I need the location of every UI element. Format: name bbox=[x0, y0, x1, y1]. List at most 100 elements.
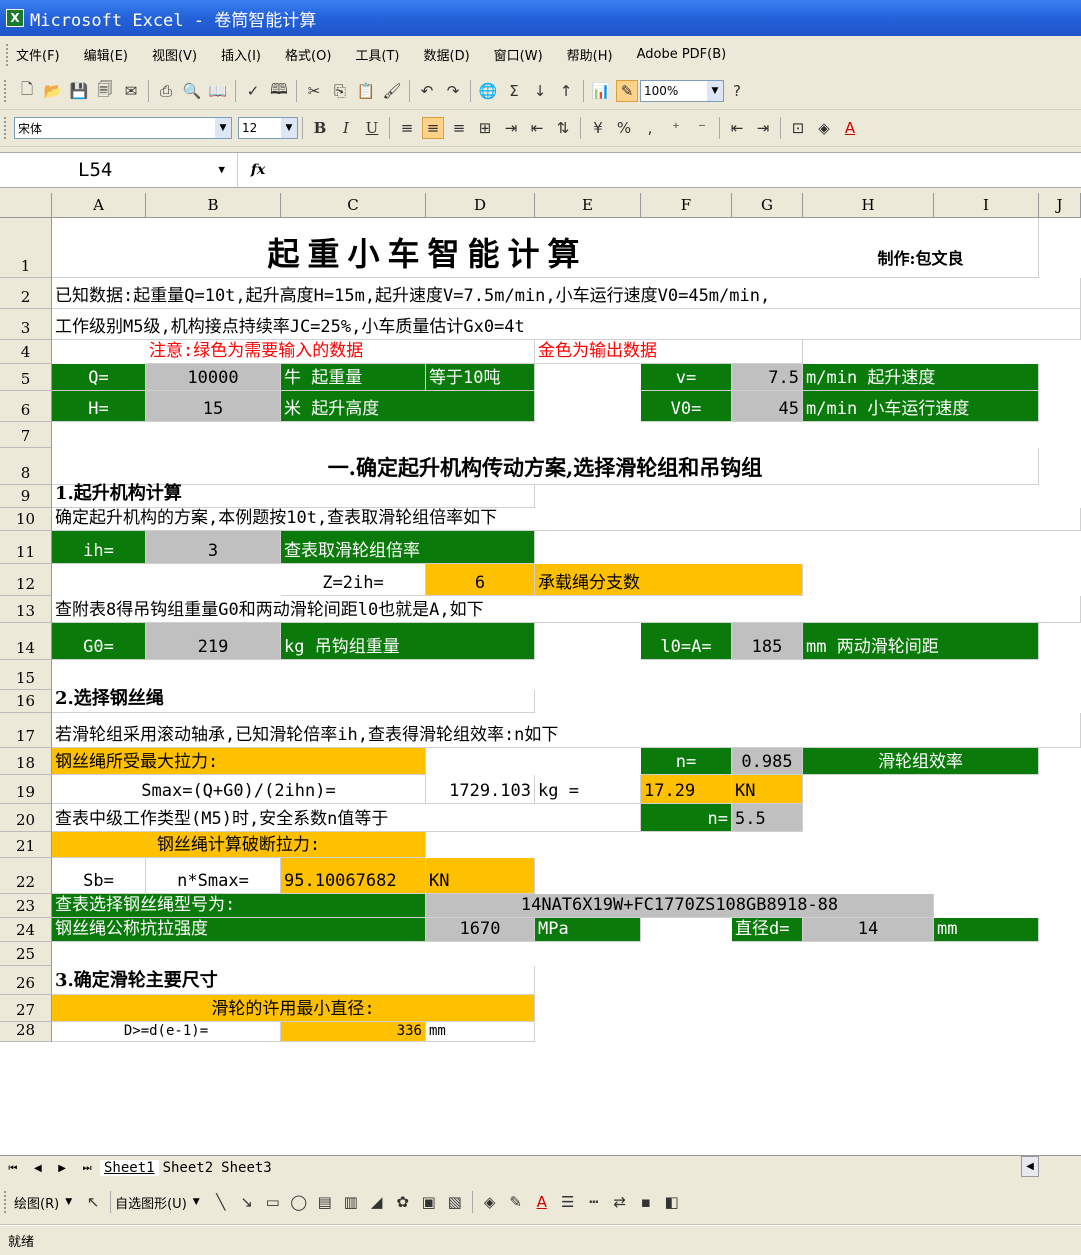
menubar-grip[interactable] bbox=[6, 43, 10, 66]
note-g0[interactable]: kg 吊钩组重量 bbox=[281, 623, 535, 660]
chevron-down-icon[interactable]: ▼ bbox=[193, 1197, 200, 1207]
horizontal-scrollbar[interactable]: ◀ bbox=[1021, 1156, 1081, 1179]
menu-adobe-pdf[interactable]: Adobe PDF(B) bbox=[637, 47, 727, 62]
column-header-a[interactable]: A bbox=[52, 193, 146, 218]
label-eta[interactable]: n= bbox=[641, 748, 732, 775]
section-heading[interactable]: 一.确定起升机构传动方案,选择滑轮组和吊钩组 bbox=[52, 448, 1039, 485]
toolbar-grip[interactable] bbox=[4, 117, 8, 139]
3d-icon[interactable]: ◧ bbox=[661, 1191, 683, 1213]
output-d[interactable]: 336 bbox=[281, 1022, 426, 1042]
row-header[interactable]: 24 bbox=[0, 918, 52, 942]
autoshapes-menu[interactable]: 自选图形(U) bbox=[115, 1193, 187, 1212]
formula-input[interactable] bbox=[278, 155, 1081, 185]
subsection-3[interactable]: 3.确定滑轮主要尺寸 bbox=[52, 966, 535, 995]
select-pointer-icon[interactable]: ↖ bbox=[82, 1191, 104, 1213]
unit-v0[interactable]: m/min 小车运行速度 bbox=[803, 391, 1039, 422]
worksheet-grid[interactable]: A B C D E F G H I J 1 2 3 4 5 6 7 8 9 10… bbox=[0, 193, 1081, 1155]
font-size-select[interactable]: 12 ▼ bbox=[238, 117, 298, 139]
fill-color-icon[interactable]: ◈ bbox=[479, 1191, 501, 1213]
column-header-j[interactable]: J bbox=[1039, 193, 1081, 218]
input-eta[interactable]: 0.985 bbox=[732, 748, 803, 775]
outdent-icon[interactable]: ⇤ bbox=[526, 117, 548, 139]
line-style-icon[interactable]: ☰ bbox=[557, 1191, 579, 1213]
input-v0[interactable]: 45 bbox=[732, 391, 803, 422]
label-v[interactable]: v= bbox=[641, 364, 732, 391]
italic-button[interactable]: I bbox=[335, 117, 357, 139]
input-ih[interactable]: 3 bbox=[146, 531, 281, 564]
unit-d[interactable]: mm bbox=[426, 1022, 535, 1042]
label-g0[interactable]: G0= bbox=[52, 623, 146, 660]
note-eta[interactable]: 滑轮组效率 bbox=[803, 748, 1039, 775]
menu-tools[interactable]: 工具(T) bbox=[355, 45, 399, 64]
zoom-select[interactable]: 100% ▼ bbox=[640, 80, 724, 102]
select-all-corner[interactable] bbox=[0, 193, 52, 218]
textbox-icon[interactable]: ▤ bbox=[314, 1191, 336, 1213]
menu-insert[interactable]: 插入(I) bbox=[221, 45, 261, 64]
menu-help[interactable]: 帮助(H) bbox=[567, 45, 613, 64]
unit-mm[interactable]: mm bbox=[934, 918, 1039, 942]
merge-center-icon[interactable]: ⊞ bbox=[474, 117, 496, 139]
vertical-textbox-icon[interactable]: ▥ bbox=[340, 1191, 362, 1213]
row20-text[interactable]: 查表中级工作类型(M5)时,安全系数n值等于 bbox=[52, 804, 641, 832]
row-header[interactable]: 17 bbox=[0, 713, 52, 748]
output-sb[interactable]: 95.10067682 bbox=[281, 858, 426, 894]
row13-text[interactable]: 查附表8得吊钩组重量G0和两动滑轮间距l0也就是A,如下 bbox=[52, 596, 1081, 623]
excel-icon[interactable]: X bbox=[6, 9, 24, 27]
label-sb[interactable]: Sb= bbox=[52, 858, 146, 894]
unit-kg[interactable]: kg = bbox=[535, 775, 641, 804]
chevron-down-icon[interactable]: ▼ bbox=[281, 118, 297, 138]
formula-z[interactable]: Z=2ih= bbox=[281, 564, 426, 596]
output-z[interactable]: 6 bbox=[426, 564, 535, 596]
wordart-icon[interactable]: ◢ bbox=[366, 1191, 388, 1213]
row-header[interactable]: 21 bbox=[0, 832, 52, 858]
note-output-gold[interactable]: 金色为输出数据 bbox=[535, 340, 803, 364]
label-ih[interactable]: ih= bbox=[52, 531, 146, 564]
fx-icon[interactable]: fx bbox=[238, 162, 278, 178]
row-header[interactable]: 22 bbox=[0, 858, 52, 894]
print-icon[interactable]: ⎙ bbox=[155, 80, 177, 102]
column-header-b[interactable]: B bbox=[146, 193, 281, 218]
research-icon[interactable]: 📖 bbox=[207, 80, 229, 102]
input-n[interactable]: 5.5 bbox=[732, 804, 803, 832]
row17-text[interactable]: 若滑轮组采用滚动轴承,已知滑轮倍率ih,查表得滑轮组效率:n如下 bbox=[52, 713, 1081, 748]
decrease-indent-icon[interactable]: ⇤ bbox=[726, 117, 748, 139]
row-header[interactable]: 7 bbox=[0, 422, 52, 448]
line-color-icon[interactable]: ✎ bbox=[505, 1191, 527, 1213]
sheet-title[interactable]: 起重小车智能计算 bbox=[52, 218, 803, 278]
row-header[interactable]: 1 bbox=[0, 218, 52, 278]
menu-data[interactable]: 数据(D) bbox=[424, 45, 470, 64]
row-header[interactable]: 6 bbox=[0, 391, 52, 422]
unit-v[interactable]: m/min 起升速度 bbox=[803, 364, 1039, 391]
label-breaking-force[interactable]: 钢丝绳计算破断拉力: bbox=[52, 832, 426, 858]
row-header[interactable]: 20 bbox=[0, 804, 52, 832]
diagram-icon[interactable]: ✿ bbox=[392, 1191, 414, 1213]
row-header[interactable]: 28 bbox=[0, 1021, 52, 1042]
paste-icon[interactable]: 📋 bbox=[355, 80, 377, 102]
row-header[interactable]: 26 bbox=[0, 966, 52, 995]
note-z[interactable]: 承载绳分支数 bbox=[535, 564, 803, 596]
menu-edit[interactable]: 编辑(E) bbox=[84, 45, 128, 64]
column-header-h[interactable]: H bbox=[803, 193, 934, 218]
tab-sheet2[interactable]: Sheet2 bbox=[159, 1160, 218, 1176]
prev-sheet-icon[interactable]: ◀ bbox=[34, 1163, 42, 1174]
row-header[interactable]: 25 bbox=[0, 942, 52, 966]
drawing-icon[interactable]: ✎ bbox=[616, 80, 638, 102]
redo-icon[interactable]: ↷ bbox=[442, 80, 464, 102]
row-header[interactable]: 9 bbox=[0, 485, 52, 508]
formula-d[interactable]: D>=d(e-1)= bbox=[52, 1022, 281, 1042]
row-header[interactable]: 5 bbox=[0, 364, 52, 391]
arrow-icon[interactable]: ↘ bbox=[236, 1191, 258, 1213]
row-header[interactable]: 2 bbox=[0, 278, 52, 309]
rectangle-icon[interactable]: ▭ bbox=[262, 1191, 284, 1213]
row-header[interactable]: 16 bbox=[0, 690, 52, 713]
row-header[interactable]: 12 bbox=[0, 564, 52, 596]
research-book-icon[interactable]: 🕮 bbox=[268, 80, 290, 102]
known-data-line1[interactable]: 已知数据:起重量Q=10t,起升高度H=15m,起升速度V=7.5m/min,小… bbox=[52, 278, 1081, 309]
percent-button[interactable]: % bbox=[613, 117, 635, 139]
undo-icon[interactable]: ↶ bbox=[416, 80, 438, 102]
input-g0[interactable]: 219 bbox=[146, 623, 281, 660]
chevron-down-icon[interactable]: ▼ bbox=[215, 118, 231, 138]
chevron-down-icon[interactable]: ▼ bbox=[65, 1197, 72, 1207]
label-tensile-strength[interactable]: 钢丝绳公称抗拉强度 bbox=[52, 918, 426, 942]
rope-model[interactable]: 14NAT6X19W+FC1770ZS108GB8918-88 bbox=[426, 894, 934, 918]
